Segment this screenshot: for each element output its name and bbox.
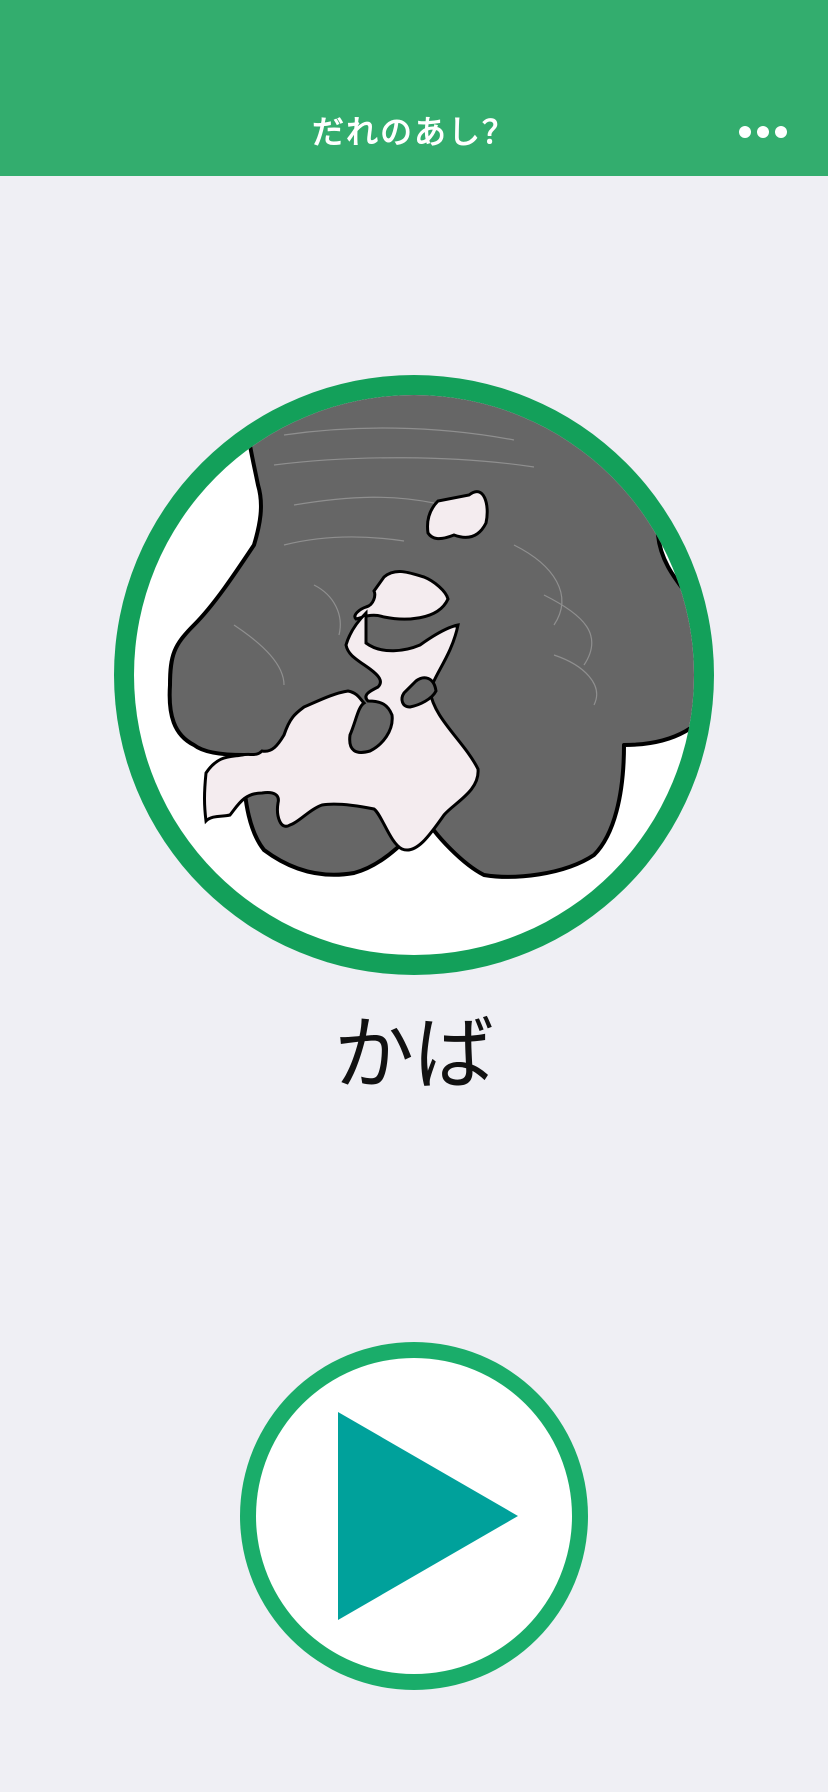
animal-name-label: かば: [334, 1008, 494, 1101]
page-title: だれのあし？: [311, 113, 516, 151]
more-dots-icon: [739, 126, 787, 138]
animal-foot-image-container: [134, 395, 694, 955]
hippo-foot-illustration: [167, 395, 694, 879]
app-header: だれのあし？: [0, 0, 828, 176]
play-button-face: [256, 1358, 572, 1674]
play-icon: [338, 1412, 518, 1620]
play-button[interactable]: [240, 1342, 588, 1690]
more-options-button[interactable]: [728, 110, 798, 154]
animal-foot-frame: [114, 375, 714, 975]
